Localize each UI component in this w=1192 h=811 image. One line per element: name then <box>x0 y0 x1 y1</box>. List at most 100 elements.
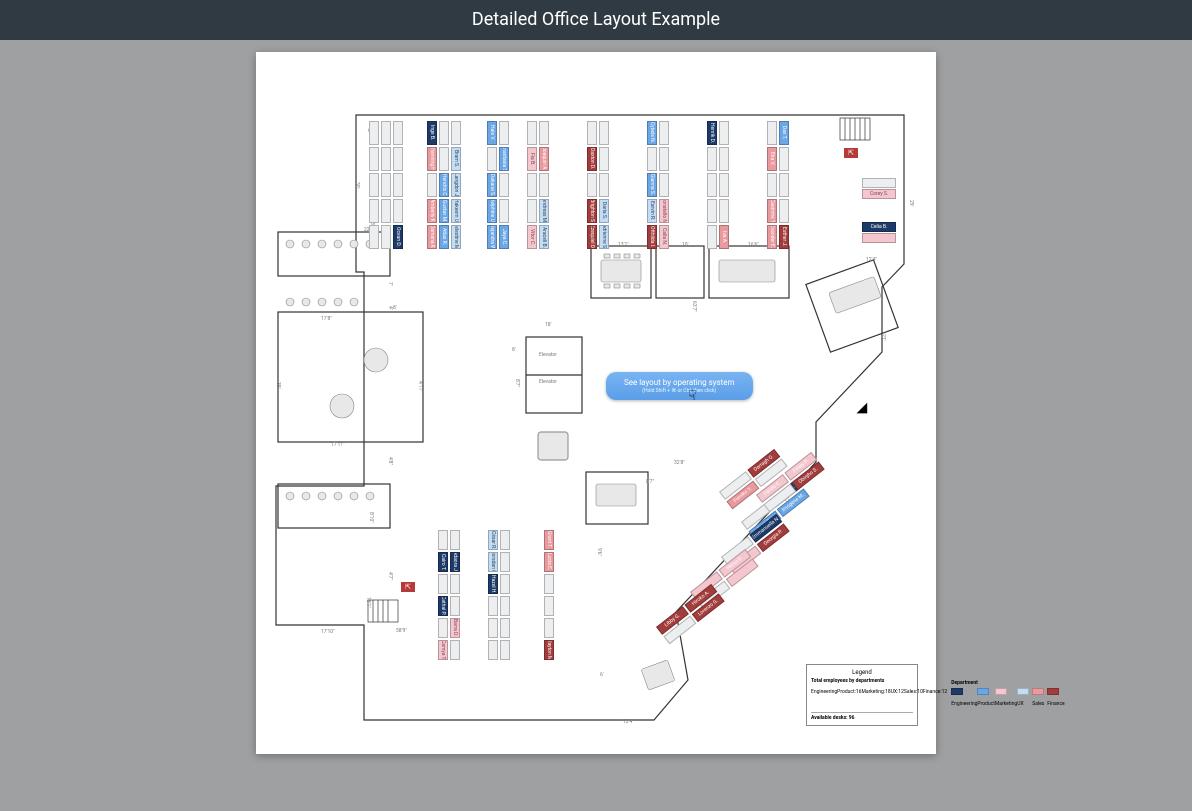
desk[interactable]: Celestine M. <box>451 225 461 249</box>
desk[interactable]: Donatello N. <box>659 199 669 223</box>
desk[interactable] <box>707 199 717 223</box>
desk[interactable]: Cairo T. <box>438 552 448 572</box>
desk[interactable] <box>599 121 609 145</box>
desk[interactable]: Hale V. <box>487 121 497 145</box>
desk[interactable]: Henrik D. <box>707 121 717 145</box>
desk[interactable]: César R. <box>488 530 498 550</box>
desk[interactable]: Cathal P. <box>438 596 448 616</box>
desk[interactable] <box>500 574 510 594</box>
desk[interactable]: Adrienne S. <box>599 225 609 249</box>
desk[interactable] <box>381 173 391 197</box>
desk[interactable] <box>539 173 549 197</box>
desk[interactable] <box>500 530 510 550</box>
desk[interactable] <box>599 147 609 171</box>
desk[interactable] <box>450 574 460 594</box>
desk[interactable]: Clayton M. <box>544 640 554 660</box>
desk[interactable]: Dakarai S. <box>487 173 497 197</box>
desk[interactable]: Caoimhe T. <box>767 199 777 223</box>
desk[interactable] <box>719 121 729 145</box>
desk[interactable]: Fia B. <box>527 147 537 171</box>
desk[interactable] <box>450 596 460 616</box>
desk[interactable]: Hendrix C. <box>439 173 449 197</box>
desk[interactable]: Daria S. <box>599 199 609 223</box>
desk[interactable]: Ocean D. <box>393 225 403 249</box>
desk[interactable]: Camya T. <box>438 640 448 660</box>
desk[interactable] <box>719 199 729 223</box>
desk[interactable] <box>539 121 549 145</box>
desk[interactable] <box>381 225 391 249</box>
desk[interactable] <box>381 121 391 145</box>
desk[interactable] <box>500 640 510 660</box>
desk[interactable]: Andreas M. <box>539 199 549 223</box>
desk[interactable] <box>707 173 717 197</box>
desk[interactable] <box>862 233 896 243</box>
desk[interactable] <box>369 121 379 145</box>
desk[interactable] <box>499 121 509 145</box>
desk[interactable]: Earvin R. <box>647 199 657 223</box>
desk[interactable]: Ciorsdan C. <box>488 552 498 572</box>
desk[interactable] <box>767 121 777 145</box>
desk[interactable] <box>438 574 448 594</box>
desk[interactable] <box>659 147 669 171</box>
desk[interactable]: Alejandra W. <box>487 225 497 249</box>
desk[interactable] <box>393 199 403 223</box>
desk[interactable]: Corey S. <box>862 189 896 199</box>
desk[interactable]: Anastasia S. <box>499 147 509 171</box>
desk[interactable] <box>779 147 789 171</box>
desk[interactable]: Langdon J. <box>451 173 461 197</box>
desk[interactable] <box>381 199 391 223</box>
desk[interactable] <box>499 173 509 197</box>
desk[interactable] <box>488 640 498 660</box>
desk[interactable]: Dax T. <box>779 121 789 145</box>
desk[interactable] <box>527 199 537 223</box>
desk[interactable] <box>599 173 609 197</box>
desk[interactable] <box>779 199 789 223</box>
desk[interactable] <box>450 530 460 550</box>
desk[interactable]: Amberly K. <box>427 199 437 223</box>
desk[interactable]: Evander E. <box>767 225 777 249</box>
desk[interactable]: Esther J. <box>779 225 789 249</box>
desk[interactable] <box>527 173 537 197</box>
desk[interactable]: Inge B. <box>427 121 437 145</box>
desk[interactable] <box>393 147 403 171</box>
desk[interactable] <box>647 147 657 171</box>
desk[interactable]: Grant T. <box>544 530 554 550</box>
desk[interactable]: Vitor C. <box>527 225 537 249</box>
desk[interactable]: Gustav M. <box>439 199 449 223</box>
desk[interactable] <box>450 640 460 660</box>
desk[interactable] <box>393 121 403 145</box>
desk[interactable]: Iva A. <box>719 225 729 249</box>
desk[interactable]: Ezequiel D. <box>587 225 597 249</box>
desk[interactable]: Channing H. <box>427 147 437 171</box>
desk[interactable]: Atlas R. <box>439 225 449 249</box>
desk[interactable] <box>767 173 777 197</box>
desk[interactable]: Damana K. <box>427 225 437 249</box>
desk[interactable] <box>381 147 391 171</box>
desk[interactable] <box>719 147 729 171</box>
desk[interactable]: Lucia E. <box>544 552 554 572</box>
desk[interactable] <box>527 121 537 145</box>
desk[interactable] <box>707 147 717 171</box>
desk[interactable]: Hakeem U. <box>451 199 461 223</box>
desk[interactable]: Adaora J. <box>450 552 460 572</box>
desk[interactable] <box>393 173 403 197</box>
desk[interactable] <box>587 173 597 197</box>
desk[interactable]: Delphine U. <box>487 199 497 223</box>
desk[interactable] <box>500 596 510 616</box>
desk[interactable] <box>544 618 554 638</box>
desk[interactable]: Jaya C. <box>499 225 509 249</box>
desk[interactable] <box>544 574 554 594</box>
desk[interactable]: Araceli B. <box>539 225 549 249</box>
desk[interactable] <box>544 596 554 616</box>
desk[interactable] <box>587 121 597 145</box>
desk[interactable] <box>487 147 497 171</box>
desk[interactable] <box>439 121 449 145</box>
desk[interactable]: Otthilda I. <box>647 225 657 249</box>
desk[interactable] <box>499 199 509 223</box>
desk[interactable] <box>438 618 448 638</box>
floorplan-sheet[interactable]: ⇱ ⇱ See layout by operating system (Hold… <box>256 52 936 754</box>
desk[interactable] <box>488 618 498 638</box>
desk[interactable] <box>659 173 669 197</box>
cta-link[interactable]: See layout by operating system (Hold Shi… <box>606 372 753 400</box>
desk[interactable]: Gianna S. <box>647 173 657 197</box>
